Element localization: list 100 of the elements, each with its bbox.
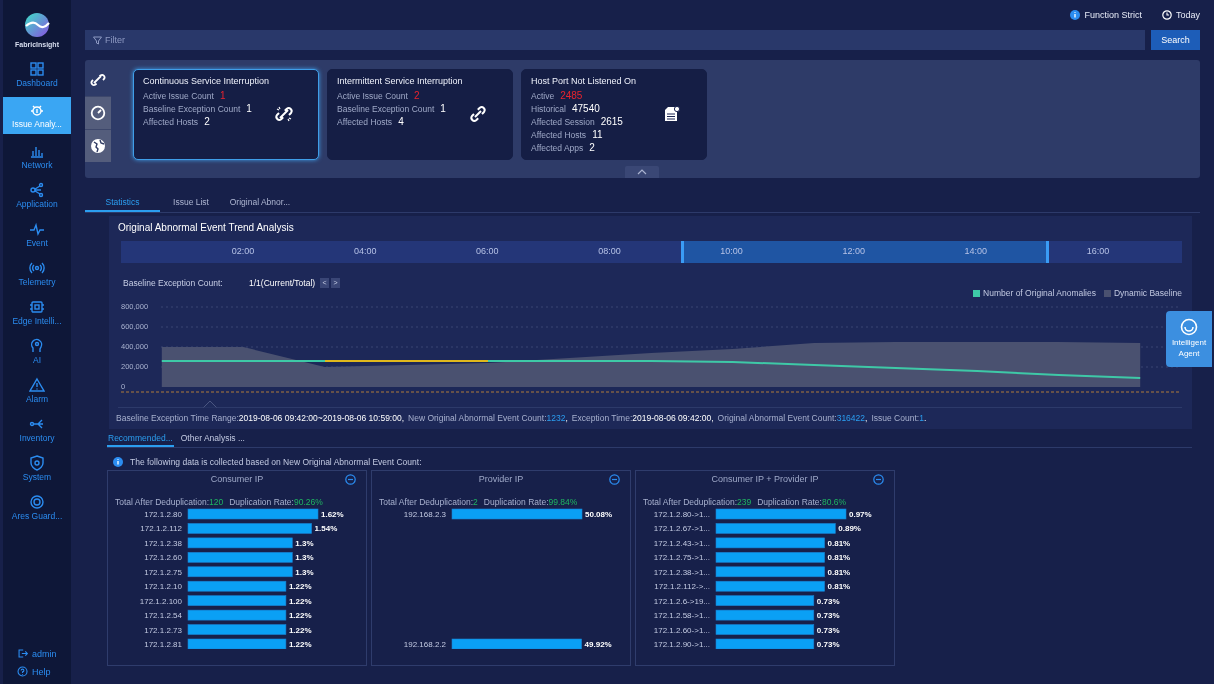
tab[interactable]: Original Abnor...	[224, 193, 296, 212]
issue-card[interactable]: Continuous Service Interruption Active Issue Count 1 Baseline Exception Count 1 Affected Hosts 2	[133, 69, 319, 160]
search-button[interactable]: Search	[1151, 30, 1200, 50]
metric-value: 4	[398, 116, 404, 127]
metric-value: 1	[246, 103, 252, 114]
dedup-summary: Total After Deduplication:239 Duplication Rate:80.6%	[643, 497, 848, 507]
footer-link[interactable]: admin	[3, 648, 71, 659]
metric-label: Active	[531, 91, 555, 101]
value-label: 0.81%	[827, 538, 851, 548]
axis-label: 172.1.2.67->1...	[653, 524, 710, 534]
nav-item[interactable]: System	[3, 452, 71, 485]
nav-item[interactable]: AI	[3, 335, 71, 368]
time-slider[interactable]: 02:00 04:00 06:00 08:00 10:00 12:00 14:00 16:00	[121, 241, 1182, 263]
axis-label: 172.1.2.80	[144, 510, 182, 519]
time-tick: 16:00	[1086, 246, 1110, 256]
axis-label: 172.1.2.81	[144, 640, 182, 649]
logo-icon	[24, 12, 50, 38]
issue-card[interactable]: Host Port Not Listened On Active 2485 Historical 47540 Affected Session 2615 Affected Hosts 11 Affected Apps 2	[521, 69, 707, 160]
collapse-icon[interactable]	[873, 474, 884, 485]
card-title: Intermittent Service Interruption	[337, 76, 463, 86]
axis-label: 172.1.2.75->1...	[653, 553, 710, 563]
value-label: 0.73%	[816, 611, 840, 621]
axis-label: 172.1.2.73	[144, 625, 182, 635]
category-tab[interactable]	[85, 96, 111, 129]
axis-label: 172.1.2.80->1...	[653, 510, 710, 519]
metric-value: 1	[219, 90, 226, 101]
nav-item[interactable]: Network	[3, 140, 71, 173]
clock-icon	[1161, 10, 1172, 20]
note-text: The following data is collected based on New Original Abnormal Event Count:	[130, 457, 422, 467]
collapse-icon[interactable]	[345, 474, 356, 485]
signal-icon	[29, 260, 45, 276]
metric-value: 2	[204, 116, 210, 127]
metric-value: 1	[440, 103, 446, 114]
dashboard-icon	[29, 61, 45, 77]
value-label: 49.92%	[584, 640, 612, 649]
info-icon	[113, 457, 123, 467]
footer-link[interactable]: Help	[3, 666, 71, 677]
nav-item[interactable]: Ares Guard...	[3, 491, 71, 524]
nav-item[interactable]: Alarm	[3, 374, 71, 407]
axis-label: 172.1.2.75	[144, 567, 182, 577]
nav-item[interactable]: Dashboard	[3, 58, 71, 91]
metric-value: 2	[589, 142, 595, 153]
slider-handle[interactable]	[1046, 241, 1050, 263]
nodes-icon	[29, 182, 45, 198]
legend-label: Number of Original Anomalies	[983, 288, 1096, 298]
issue-card[interactable]: Intermittent Service Interruption Active Issue Count 2 Baseline Exception Count 1 Affected Hosts 4	[327, 69, 513, 160]
legend-label: Dynamic Baseline	[1113, 288, 1182, 298]
metric-value: 11	[592, 129, 603, 140]
nav-item[interactable]: Application	[3, 179, 71, 212]
metric-label: Affected Hosts	[337, 117, 393, 127]
tab[interactable]: Issue List	[172, 193, 210, 212]
top-link[interactable]: Function Strict	[1070, 10, 1142, 20]
panel-title: Provider IP	[478, 474, 524, 484]
tab[interactable]: Statistics	[85, 193, 160, 212]
metric-label: Active Issue Count	[143, 91, 214, 101]
globe-icon	[90, 138, 106, 154]
shield-icon	[29, 455, 45, 471]
value-label: 0.73%	[816, 625, 840, 635]
time-tick: 04:00	[353, 246, 377, 256]
value-label: 1.3%	[295, 538, 314, 548]
warning-icon	[29, 377, 45, 393]
info-icon	[1070, 10, 1081, 20]
dedup-summary: Total After Deduplication:2 Duplication Rate:99.84%	[379, 497, 579, 507]
gauge-icon	[90, 105, 106, 121]
agent-button[interactable]: Intelligent Agent	[1166, 311, 1212, 367]
time-tick: 12:00	[842, 246, 865, 256]
value-label: 1.22%	[288, 640, 312, 649]
smile-icon	[1180, 318, 1198, 337]
nav-item[interactable]: Event	[3, 218, 71, 251]
filter-field[interactable]: Filter	[85, 30, 1145, 50]
value-label: 0.73%	[816, 640, 840, 649]
section-title: Original Abnormal Event Trend Analysis	[118, 222, 295, 233]
tab[interactable]: Recommended...	[107, 431, 174, 447]
metric-value: 47540	[571, 103, 600, 114]
value-label: 0.81%	[827, 567, 851, 577]
axis-label: 172.1.2.90->1...	[653, 640, 710, 649]
nav-item[interactable]: Inventory	[3, 413, 71, 446]
axis-label: 172.1.2.6->19...	[653, 596, 710, 606]
card-title: Host Port Not Listened On	[531, 76, 637, 86]
value-label: 1.54%	[314, 524, 338, 534]
value-label: 0.97%	[849, 510, 872, 519]
category-tab[interactable]	[85, 129, 111, 162]
nav-item[interactable]: Telemetry	[3, 257, 71, 290]
metric-label: Affected Apps	[531, 143, 584, 153]
panel-title: Consumer IP + Provider IP	[711, 474, 819, 484]
metric-label: Affected Session	[531, 117, 595, 127]
axis-label: 172.1.2.100	[139, 596, 182, 606]
tab[interactable]: Other Analysis ...	[179, 431, 246, 447]
link-icon	[90, 72, 106, 88]
chip-icon	[29, 299, 45, 315]
axis-label: 172.1.2.60	[144, 553, 182, 563]
axis-label: 192.168.2.3	[403, 510, 446, 519]
collapse-icon[interactable]	[609, 474, 620, 485]
slider-handle[interactable]	[681, 241, 685, 263]
chevron-up-icon	[637, 169, 647, 175]
axis-label: 172.1.2.38	[144, 538, 182, 548]
nav-item[interactable]: Edge Intelli...	[3, 296, 71, 329]
value-label: 50.08%	[585, 510, 613, 519]
value-label: 1.3%	[295, 567, 314, 577]
top-link[interactable]: Today	[1161, 10, 1200, 20]
